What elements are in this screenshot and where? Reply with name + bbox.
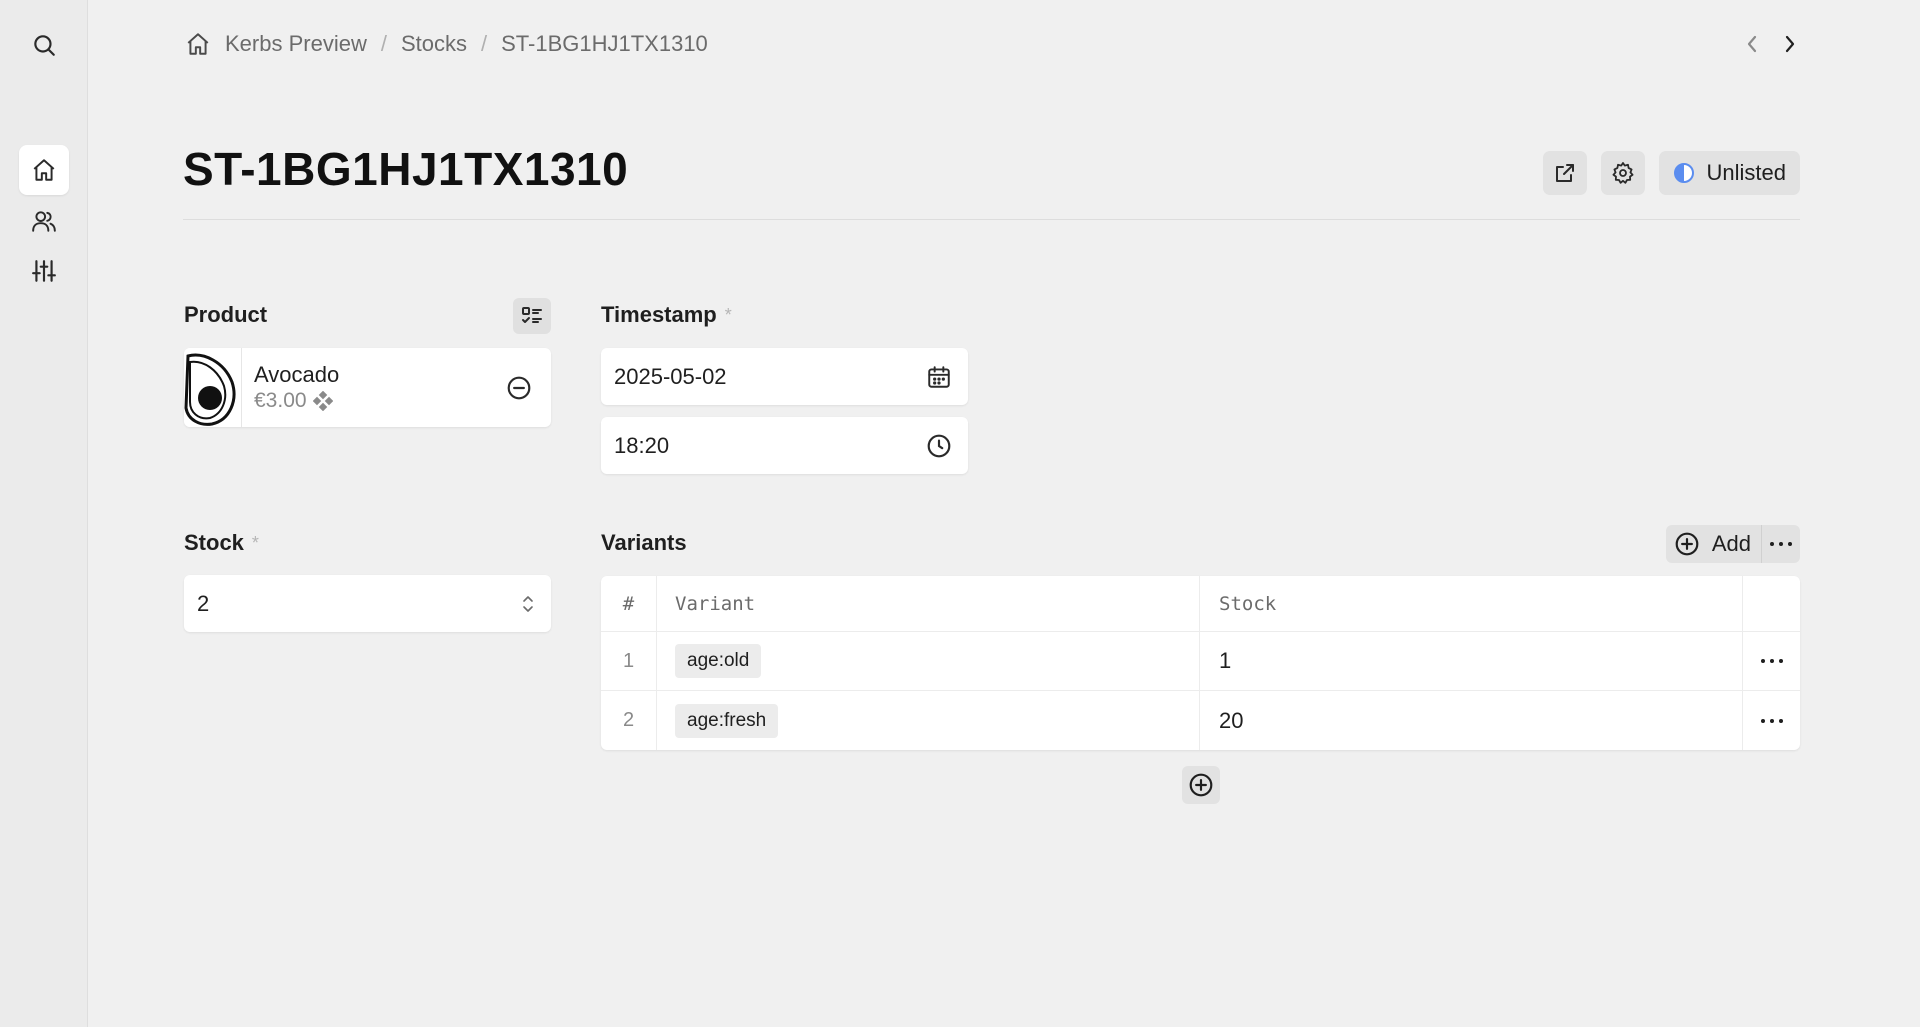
variants-more-button[interactable]: [1762, 525, 1800, 563]
column-header-stock: Stock: [1200, 576, 1743, 631]
required-mark: *: [251, 532, 259, 553]
stock-label-text: Stock: [184, 530, 244, 555]
half-circle-icon: [1673, 162, 1695, 184]
table-row[interactable]: 1 age:old 1: [601, 632, 1800, 691]
variant-cell[interactable]: age:fresh: [657, 691, 1200, 750]
product-card[interactable]: Avocado €3.00: [184, 348, 551, 427]
status-label: Unlisted: [1706, 160, 1786, 185]
breadcrumb-item-stocks[interactable]: Stocks: [401, 31, 467, 57]
breadcrumb-separator: /: [380, 31, 387, 56]
breadcrumb-item-current: ST-1BG1HJ1TX1310: [501, 31, 708, 56]
product-price-row: €3.00: [254, 388, 499, 414]
gear-icon: [1611, 161, 1635, 185]
remove-product-button[interactable]: [499, 368, 539, 408]
breadcrumb-item-project[interactable]: Kerbs Preview: [225, 31, 367, 57]
product-thumbnail: [184, 348, 242, 427]
sidebar-item-settings[interactable]: [19, 246, 69, 296]
plus-circle-icon: [1674, 531, 1700, 557]
search-icon: [31, 32, 57, 58]
calendar-icon[interactable]: [926, 364, 952, 390]
users-icon: [31, 208, 57, 234]
variants-diamond-icon: [312, 390, 333, 411]
required-mark: *: [724, 304, 732, 325]
column-header-variant: Variant: [657, 576, 1200, 631]
plus-circle-icon: [1188, 772, 1214, 798]
row-actions: [1743, 691, 1800, 750]
variants-table: # Variant Stock 1 age:old 1 2 age:fresh …: [601, 576, 1800, 750]
variants-actions: Add: [1665, 525, 1800, 563]
external-link-icon: [1553, 161, 1577, 185]
visibility-status-button[interactable]: Unlisted: [1658, 151, 1800, 195]
stock-value: 2: [197, 590, 210, 616]
title-actions: Unlisted: [1542, 151, 1800, 195]
variant-tag: age:fresh: [675, 703, 779, 738]
product-price: €3.00: [254, 388, 307, 412]
variants-label-text: Variants: [601, 530, 687, 555]
clock-icon[interactable]: [926, 433, 952, 459]
settings-button[interactable]: [1600, 151, 1645, 195]
title-divider: [183, 219, 1800, 220]
product-label-text: Product: [184, 302, 268, 327]
breadcrumb: Kerbs Preview / Stocks / ST-1BG1HJ1TX131…: [185, 27, 708, 61]
record-navigation: [1742, 28, 1800, 60]
next-record-button[interactable]: [1780, 28, 1800, 60]
breadcrumb-separator: /: [481, 31, 488, 56]
sidebar: [0, 0, 88, 1027]
checklist-icon: [520, 304, 544, 328]
chevron-right-icon: [1783, 33, 1797, 55]
column-header-number: #: [601, 576, 657, 631]
sidebar-item-users[interactable]: [19, 196, 69, 246]
time-value: 18:20: [614, 432, 670, 458]
previous-record-button[interactable]: [1742, 28, 1762, 60]
table-header-row: # Variant Stock: [601, 576, 1800, 632]
time-field[interactable]: 18:20: [601, 417, 968, 474]
row-number: 1: [601, 632, 657, 690]
stock-label: Stock *: [184, 530, 259, 556]
avocado-icon: [184, 348, 242, 427]
stock-input[interactable]: 2: [184, 575, 551, 632]
add-variant-button[interactable]: Add: [1666, 525, 1762, 563]
home-icon[interactable]: [185, 31, 211, 57]
row-number: 2: [601, 691, 657, 750]
stock-cell[interactable]: 20: [1200, 691, 1743, 750]
more-horizontal-icon: [1769, 540, 1793, 548]
add-row-button[interactable]: [1182, 766, 1220, 804]
add-variant-label: Add: [1711, 531, 1751, 556]
column-header-actions: [1743, 576, 1800, 631]
search-button[interactable]: [19, 20, 69, 70]
variant-tag: age:old: [675, 644, 762, 678]
chevron-left-icon: [1745, 33, 1759, 55]
product-info: Avocado €3.00: [242, 362, 499, 414]
page-title: ST-1BG1HJ1TX1310: [183, 143, 629, 195]
more-horizontal-icon[interactable]: [1760, 717, 1784, 725]
open-external-button[interactable]: [1542, 151, 1587, 195]
stepper-icon[interactable]: [521, 593, 535, 615]
more-horizontal-icon[interactable]: [1760, 657, 1784, 665]
product-label: Product: [184, 302, 267, 328]
stock-cell[interactable]: 1: [1200, 632, 1743, 690]
product-name: Avocado: [254, 361, 340, 387]
row-actions: [1743, 632, 1800, 690]
sidebar-item-home[interactable]: [19, 145, 69, 195]
home-icon: [31, 157, 57, 183]
date-field[interactable]: 2025-05-02: [601, 348, 968, 405]
date-value: 2025-05-02: [614, 363, 727, 389]
product-view-toggle[interactable]: [513, 298, 551, 334]
sliders-icon: [31, 258, 57, 284]
timestamp-label-text: Timestamp: [601, 302, 717, 327]
table-row[interactable]: 2 age:fresh 20: [601, 691, 1800, 750]
variant-cell[interactable]: age:old: [657, 632, 1200, 690]
timestamp-label: Timestamp *: [601, 302, 732, 328]
minus-circle-icon: [506, 375, 532, 401]
variants-label: Variants: [601, 530, 687, 556]
